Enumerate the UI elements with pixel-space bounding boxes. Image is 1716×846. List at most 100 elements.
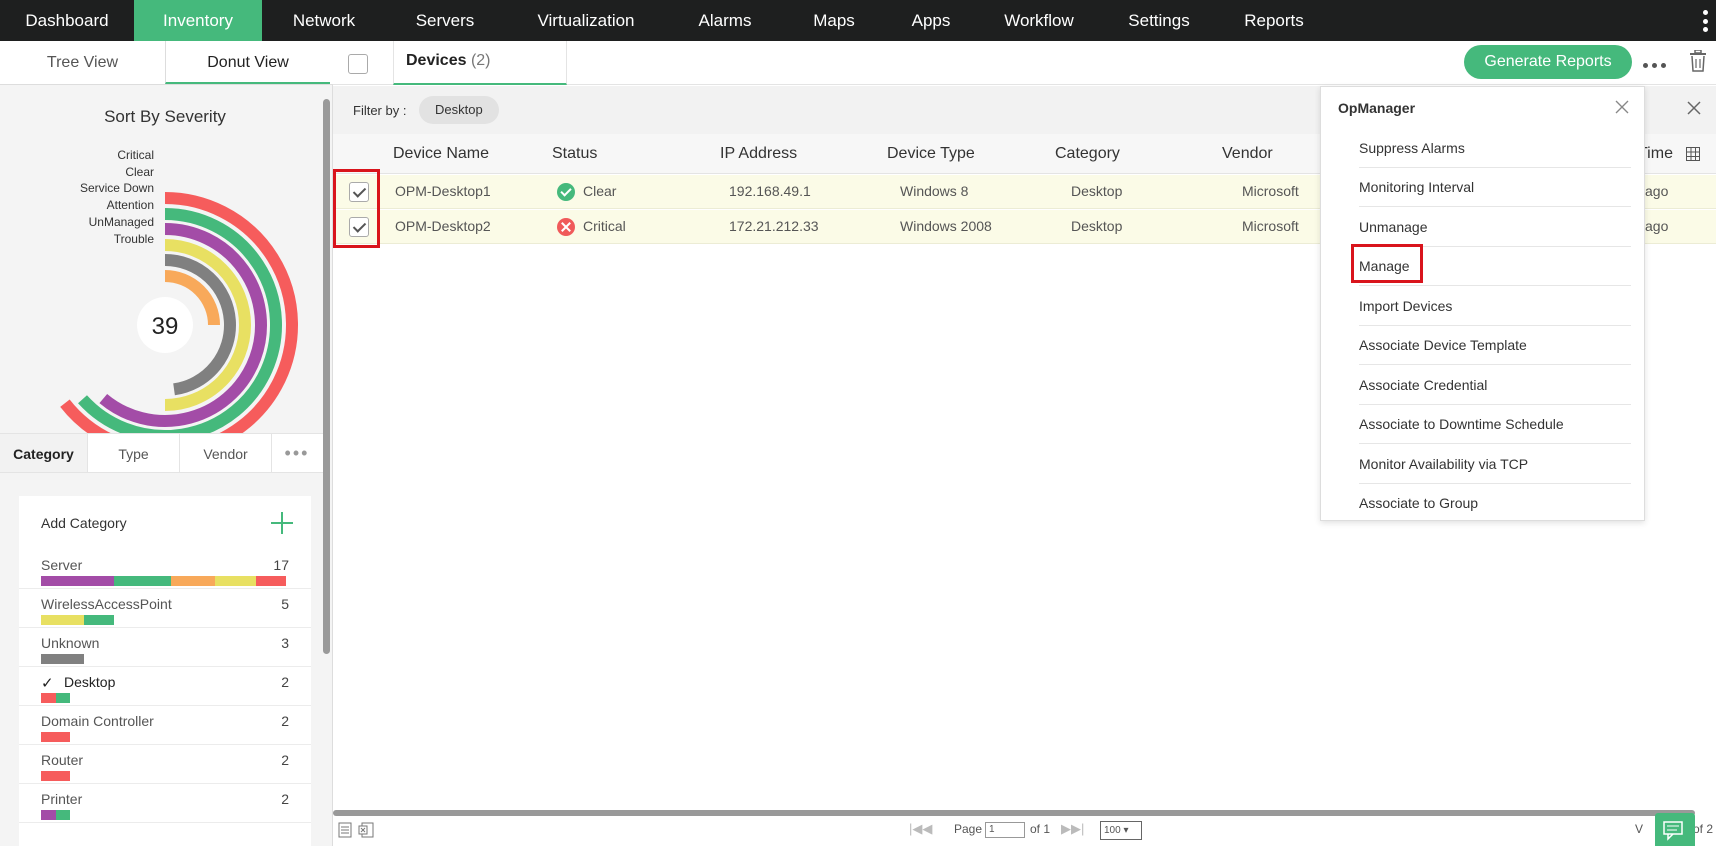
- column-vendor[interactable]: Vendor: [1222, 145, 1273, 163]
- tab-vendor[interactable]: Vendor: [180, 434, 272, 472]
- column-device-type[interactable]: Device Type: [887, 145, 975, 163]
- menu-item-associate-downtime-schedule[interactable]: Associate to Downtime Schedule: [1359, 408, 1631, 444]
- category: Desktop: [1071, 218, 1123, 234]
- opmanager-action-menu: OpManager Suppress Alarms Monitoring Int…: [1320, 86, 1645, 521]
- devices-count: (2): [470, 52, 491, 69]
- nav-inventory[interactable]: Inventory: [134, 0, 262, 41]
- ip-address: 172.21.212.33: [729, 218, 819, 234]
- horizontal-scrollbar[interactable]: [333, 810, 1695, 816]
- generate-reports-button[interactable]: Generate Reports: [1464, 45, 1632, 79]
- menu-item-associate-to-group[interactable]: Associate to Group: [1359, 487, 1631, 523]
- menu-title: OpManager: [1338, 100, 1416, 116]
- filter-chip-desktop[interactable]: Desktop: [419, 96, 499, 124]
- category-item-desktop[interactable]: ✓ Desktop 2: [19, 667, 311, 706]
- severity-bar: [41, 576, 286, 586]
- legend-unmanaged[interactable]: UnManaged: [89, 215, 154, 229]
- plus-icon[interactable]: [271, 512, 293, 534]
- nav-dashboard[interactable]: Dashboard: [0, 0, 134, 41]
- page-of-label: of 1: [1030, 822, 1051, 836]
- category-item-router[interactable]: Router 2: [19, 745, 311, 784]
- add-category-label: Add Category: [41, 515, 127, 531]
- severity-bar: [41, 693, 70, 703]
- chat-icon[interactable]: [1655, 813, 1695, 846]
- clear-status-icon: [557, 183, 575, 201]
- tab-devices[interactable]: Devices (2): [393, 41, 567, 85]
- tab-tree-view[interactable]: Tree View: [0, 41, 165, 84]
- select-all-checkbox[interactable]: [348, 54, 368, 74]
- device-type: Windows 2008: [900, 218, 992, 234]
- nav-servers[interactable]: Servers: [386, 0, 504, 41]
- column-device-name[interactable]: Device Name: [393, 145, 489, 163]
- device-type: Windows 8: [900, 183, 969, 199]
- tab-donut-view[interactable]: Donut View: [165, 41, 330, 84]
- trash-icon[interactable]: [1689, 50, 1707, 72]
- legend-critical[interactable]: Critical: [117, 148, 154, 162]
- legend-clear[interactable]: Clear: [125, 165, 154, 179]
- filter-label: Filter by :: [353, 103, 407, 118]
- per-page-select[interactable]: 100 ▾: [1100, 821, 1142, 840]
- tab-type[interactable]: Type: [88, 434, 180, 472]
- close-icon[interactable]: [1686, 100, 1702, 116]
- per-page-value: 100: [1104, 825, 1121, 836]
- menu-item-monitor-availability-tcp[interactable]: Monitor Availability via TCP: [1359, 448, 1631, 484]
- severity-donut-chart[interactable]: 39: [0, 85, 320, 435]
- severity-bar: [41, 615, 114, 625]
- status-text: Clear: [583, 183, 617, 199]
- devices-label: Devices: [406, 52, 467, 69]
- device-name-link[interactable]: OPM-Desktop1: [395, 183, 491, 199]
- more-vertical-icon[interactable]: [1702, 10, 1708, 32]
- category-item-domain-controller[interactable]: Domain Controller 2: [19, 706, 311, 745]
- checkbox-highlight: [333, 169, 380, 248]
- nav-settings[interactable]: Settings: [1102, 0, 1216, 41]
- last-page-icon[interactable]: ▶▶|: [1061, 821, 1084, 837]
- menu-item-import-devices[interactable]: Import Devices: [1359, 290, 1631, 326]
- close-icon[interactable]: [1615, 100, 1629, 114]
- top-nav: Dashboard Inventory Network Servers Virt…: [0, 0, 1716, 41]
- tab-category[interactable]: Category: [0, 434, 88, 472]
- export-icon[interactable]: [338, 822, 352, 838]
- legend-attention[interactable]: Attention: [107, 198, 154, 212]
- menu-item-suppress-alarms[interactable]: Suppress Alarms: [1359, 132, 1631, 168]
- category-name: WirelessAccessPoint: [41, 596, 172, 612]
- more-tabs-icon[interactable]: •••: [272, 434, 322, 472]
- first-page-icon[interactable]: |◀◀: [909, 821, 932, 837]
- view-tabs: Tree View Donut View: [0, 41, 333, 85]
- category-item-printer[interactable]: Printer 2: [19, 784, 311, 823]
- category-tabs: Category Type Vendor •••: [0, 433, 323, 473]
- nav-alarms[interactable]: Alarms: [668, 0, 782, 41]
- menu-item-associate-device-template[interactable]: Associate Device Template: [1359, 329, 1631, 365]
- legend-service-down[interactable]: Service Down: [80, 181, 154, 195]
- device-name-link[interactable]: OPM-Desktop2: [395, 218, 491, 234]
- menu-item-unmanage[interactable]: Unmanage: [1359, 211, 1631, 247]
- excel-export-icon[interactable]: [358, 822, 374, 838]
- nav-maps[interactable]: Maps: [782, 0, 886, 41]
- menu-item-associate-credential[interactable]: Associate Credential: [1359, 369, 1631, 405]
- legend-trouble[interactable]: Trouble: [114, 232, 154, 246]
- nav-reports[interactable]: Reports: [1216, 0, 1332, 41]
- page-input[interactable]: 1: [985, 822, 1025, 838]
- nav-apps[interactable]: Apps: [886, 0, 976, 41]
- category-count: 2: [281, 791, 289, 807]
- nav-virtualization[interactable]: Virtualization: [504, 0, 668, 41]
- nav-workflow[interactable]: Workflow: [976, 0, 1102, 41]
- category-item-server[interactable]: Server 17: [19, 550, 311, 589]
- nav-network[interactable]: Network: [262, 0, 386, 41]
- severity-bar: [41, 732, 70, 742]
- category-list: Add Category Server 17 WirelessAccessPoi…: [19, 496, 311, 846]
- category-name: Desktop: [64, 674, 116, 690]
- column-chooser-icon[interactable]: [1686, 147, 1700, 161]
- category-count: 2: [281, 713, 289, 729]
- page-label: Page: [954, 822, 983, 836]
- critical-status-icon: [557, 218, 575, 236]
- column-status[interactable]: Status: [552, 145, 597, 163]
- category-item-wirelessaccesspoint[interactable]: WirelessAccessPoint 5: [19, 589, 311, 628]
- more-horizontal-icon[interactable]: [1643, 63, 1666, 68]
- column-category[interactable]: Category: [1055, 145, 1120, 163]
- menu-item-monitoring-interval[interactable]: Monitoring Interval: [1359, 171, 1631, 207]
- category: Desktop: [1071, 183, 1123, 199]
- left-scrollbar[interactable]: [323, 99, 330, 654]
- column-ip-address[interactable]: IP Address: [720, 145, 797, 163]
- category-item-unknown[interactable]: Unknown 3: [19, 628, 311, 667]
- category-name: Unknown: [41, 635, 100, 651]
- severity-bar: [41, 771, 70, 781]
